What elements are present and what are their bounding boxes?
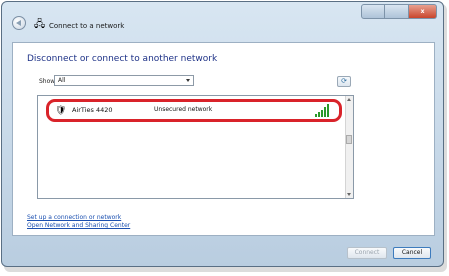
page-heading: Disconnect or connect to another network <box>27 54 218 64</box>
network-list[interactable]: 🛡 AirTies 4420 Unsecured network <box>37 95 354 199</box>
signal-bar <box>327 104 329 117</box>
signal-bar <box>321 110 323 117</box>
scroll-up-icon[interactable] <box>347 98 351 101</box>
close-button[interactable]: x <box>409 4 437 19</box>
network-security: Unsecured network <box>154 106 213 113</box>
show-filter-select[interactable]: All <box>54 75 194 86</box>
signal-bar <box>324 107 326 117</box>
refresh-icon: ⟳ <box>341 77 347 85</box>
refresh-button[interactable]: ⟳ <box>337 76 351 87</box>
cancel-button[interactable]: Cancel <box>393 247 431 259</box>
setup-connection-link[interactable]: Set up a connection or network <box>27 214 121 221</box>
network-name: AirTies 4420 <box>72 106 113 114</box>
connect-dialog: 🖧 Connect to a network x Disconnect or c… <box>1 1 444 267</box>
scroll-thumb[interactable] <box>346 135 352 144</box>
sharing-center-link[interactable]: Open Network and Sharing Center <box>27 222 130 229</box>
wireless-network-icon: 🛡 <box>55 106 67 116</box>
maximize-button[interactable] <box>385 4 409 19</box>
signal-strength-icon <box>315 104 331 117</box>
signal-bar <box>318 112 320 117</box>
title-bar: 🖧 Connect to a network x <box>2 2 443 42</box>
connect-button[interactable]: Connect <box>347 247 387 259</box>
show-filter-value: All <box>58 77 66 84</box>
list-scrollbar[interactable] <box>345 96 353 198</box>
window-title: Connect to a network <box>49 22 125 30</box>
network-row[interactable]: 🛡 AirTies 4420 Unsecured network <box>46 99 342 122</box>
show-label: Show <box>39 78 56 85</box>
content-panel: Disconnect or connect to another network… <box>12 42 435 236</box>
caption-buttons: x <box>361 4 437 19</box>
minimize-button[interactable] <box>361 4 385 19</box>
scroll-down-icon[interactable] <box>347 193 351 196</box>
back-arrow-icon[interactable] <box>12 16 26 30</box>
signal-bar <box>315 114 317 117</box>
network-icon: 🖧 <box>34 19 46 30</box>
chevron-down-icon <box>186 79 190 82</box>
